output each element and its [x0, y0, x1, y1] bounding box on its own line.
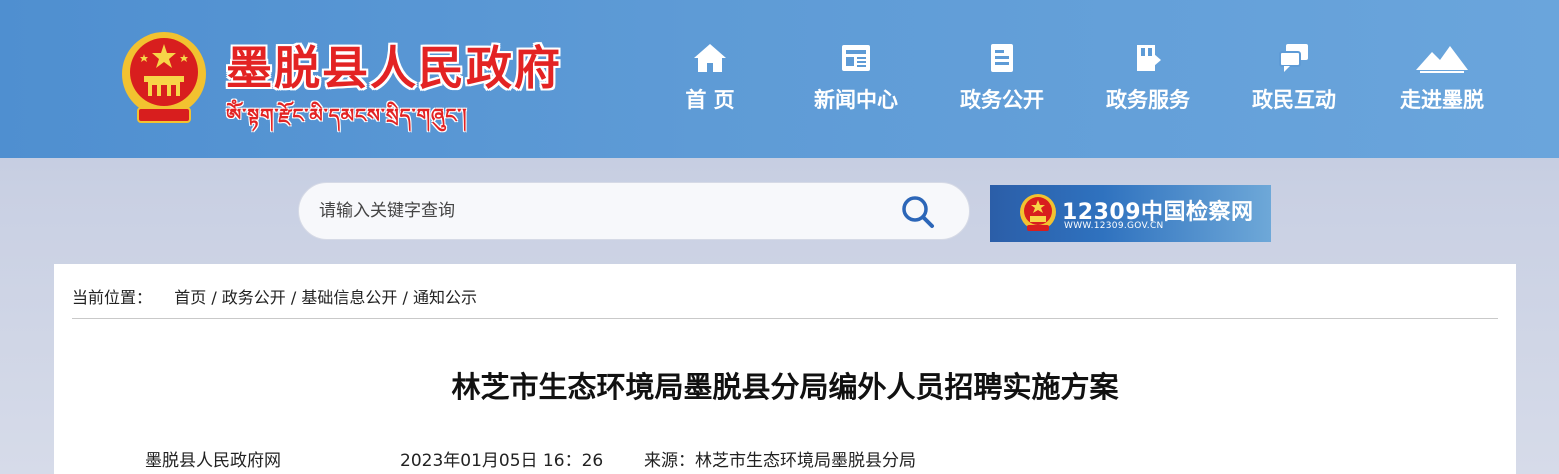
nav-item-about-motuo[interactable]: 走进墨脱: [1382, 42, 1502, 114]
nav-label: 新闻中心: [814, 88, 898, 112]
site-header: 墨脱县人民政府 ༀ་སྟག་རྫོང་མི་དམངས་སྲིད་གཞུང་། 首…: [0, 0, 1559, 158]
nav-label: 政民互动: [1252, 88, 1336, 112]
procuratorate-banner[interactable]: 12309中国检察网 WWW.12309.GOV.CN: [990, 185, 1271, 242]
site-title: 墨脱县人民政府: [226, 41, 562, 95]
divider: [72, 318, 1498, 319]
search-icon[interactable]: [901, 195, 935, 229]
mountain-icon: [1416, 46, 1468, 73]
home-icon: [694, 44, 726, 72]
nav-item-interaction[interactable]: 政民互动: [1234, 42, 1354, 114]
article-datetime: 2023年01月05日 16：26: [400, 451, 604, 471]
nav-item-government-services[interactable]: 政务服务: [1088, 42, 1208, 114]
breadcrumb-separator: /: [402, 288, 413, 307]
breadcrumb-prefix: 当前位置：: [72, 288, 153, 307]
search-box: [298, 182, 970, 240]
search-input[interactable]: [319, 183, 879, 239]
chat-icon: [1279, 44, 1308, 72]
main-nav: 首 页 新闻中心 政务公开 政务服务 政民互动 走进墨脱: [650, 42, 1530, 122]
national-emblem-icon[interactable]: [116, 28, 212, 128]
procuratorate-emblem-icon: [1020, 194, 1056, 231]
service-icon: [1137, 45, 1161, 71]
article-source: 来源：林芝市生态环境局墨脱县分局: [644, 451, 916, 471]
breadcrumb-separator: /: [211, 288, 222, 307]
breadcrumb-item-home[interactable]: 首页: [174, 288, 206, 307]
nav-label: 首 页: [685, 88, 735, 112]
site-subtitle-tibetan: ༀ་སྟག་རྫོང་མི་དམངས་སྲིད་གཞུང་།: [226, 105, 468, 127]
article-publisher: 墨脱县人民政府网: [145, 451, 281, 471]
breadcrumb-item-notices[interactable]: 通知公示: [413, 288, 477, 307]
article-title: 林芝市生态环境局墨脱县分局编外人员招聘实施方案: [451, 370, 1119, 404]
nav-label: 政务公开: [960, 88, 1044, 112]
nav-item-government-affairs[interactable]: 政务公开: [942, 42, 1062, 114]
breadcrumb-item-government-affairs[interactable]: 政务公开: [222, 288, 286, 307]
nav-item-news[interactable]: 新闻中心: [796, 42, 916, 114]
document-icon: [991, 44, 1013, 72]
nav-label: 政务服务: [1106, 88, 1190, 112]
banner-url: WWW.12309.GOV.CN: [1064, 221, 1164, 231]
breadcrumb: 当前位置： 首页 / 政务公开 / 基础信息公开 / 通知公示: [72, 284, 477, 308]
nav-item-home[interactable]: 首 页: [650, 42, 770, 114]
content-panel: 当前位置： 首页 / 政务公开 / 基础信息公开 / 通知公示 林芝市生态环境局…: [54, 264, 1516, 474]
breadcrumb-item-basic-info[interactable]: 基础信息公开: [301, 288, 397, 307]
breadcrumb-separator: /: [290, 288, 302, 307]
news-icon: [842, 45, 870, 71]
nav-label: 走进墨脱: [1400, 88, 1484, 112]
